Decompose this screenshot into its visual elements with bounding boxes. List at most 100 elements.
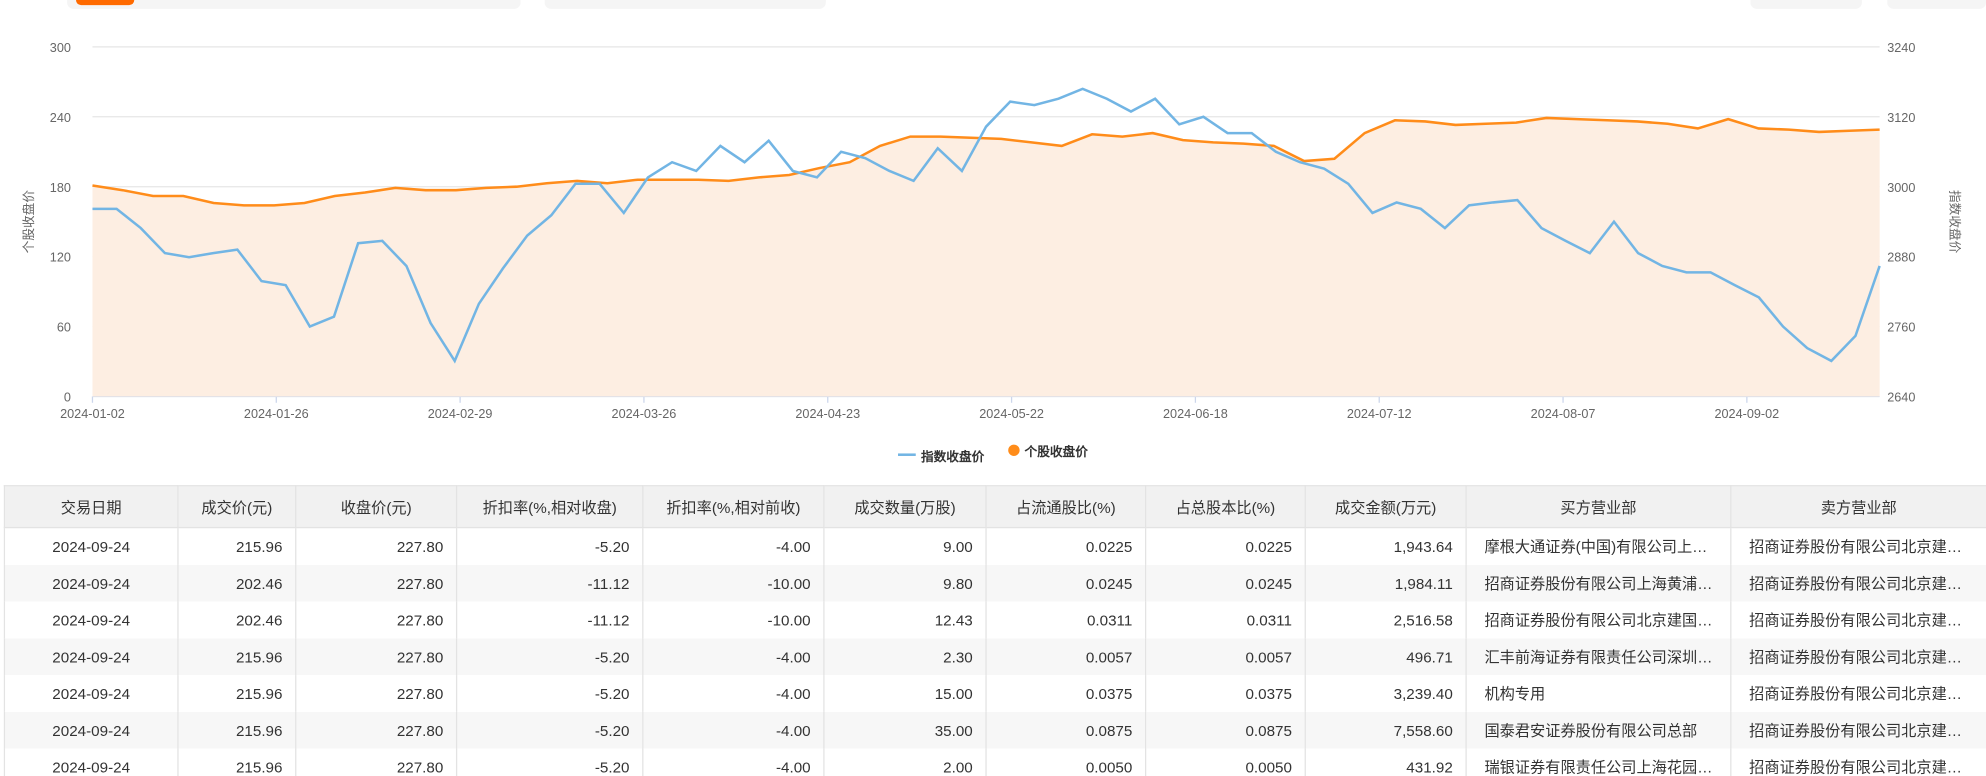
table-cell: 机构专用 [1465,675,1732,712]
table-cell: 0.0245 [1145,564,1306,602]
column-header[interactable]: 收盘价(元) [295,485,458,529]
table-cell: -10.00 [642,601,825,639]
table-cell: 0.0225 [1145,527,1306,565]
table-cell: 瑞银证券有限责任公司上海花园石桥路证券营业部 [1465,748,1732,776]
x-tick-label: 2024-01-02 [60,407,125,421]
table-cell: 9.00 [823,527,987,565]
table-cell: -4.00 [642,748,825,776]
table-cell: 215.96 [177,527,297,565]
table-cell: 2024-09-24 [3,748,179,776]
table-row: 2024-09-24 215.96 227.80 -5.20 -4.00 2.30 0.00… [3,638,1986,676]
block-trade-panel: 0 2640 60 2760 120 2880 180 3000 240 3120 300 3240 2… [0,0,1986,776]
table-cell: 202.46 [177,564,297,602]
table-cell: 招商证券股份有限公司北京建国路证券营业部 [1730,564,1986,602]
x-tick-label: 2024-09-02 [1714,407,1779,421]
table-cell: 227.80 [295,564,458,602]
table-cell: -5.20 [455,748,644,776]
table-cell: 招商证券股份有限公司北京建国路证券营业部 [1730,748,1986,776]
table-cell: 2024-09-24 [3,601,179,639]
table-cell: 0.0050 [985,748,1147,776]
column-header[interactable]: 成交价(元) [177,485,297,529]
line-icon [898,453,916,456]
table-cell: 0.0875 [1145,711,1306,749]
y-right-tick: 3120 [1887,111,1915,125]
table-cell: 招商证券股份有限公司北京建国路证券营业部 [1730,638,1986,676]
table-cell: 0.0225 [985,527,1147,565]
table-cell: -4.00 [642,638,825,676]
table-cell: 9.80 [823,564,987,602]
y-left-tick: 240 [50,111,71,125]
table-cell: 2024-09-24 [3,527,179,565]
legend-label: 个股收盘价 [1024,445,1088,460]
table-row: 2024-09-24 215.96 227.80 -5.20 -4.00 15.00 0.0… [3,675,1986,712]
table-cell: 227.80 [295,527,458,565]
table-cell: 215.96 [177,748,297,776]
y-right-tick: 2640 [1887,391,1915,405]
table-cell: 0.0050 [1145,748,1306,776]
table-cell: 227.80 [295,748,458,776]
y-right-tick: 2760 [1887,321,1915,335]
table-cell: -4.00 [642,675,825,712]
table-cell: 0.0375 [985,675,1147,712]
x-tick-label: 2024-01-26 [244,407,309,421]
table-cell: 0.0057 [1145,638,1306,676]
x-tick-label: 2024-03-26 [612,407,677,421]
x-tick-label: 2024-04-23 [795,407,860,421]
table-cell: 227.80 [295,675,458,712]
table-cell: 1,943.64 [1304,527,1467,565]
legend-item-index[interactable]: 指数收盘价 [898,445,984,464]
y-left-tick: 0 [64,391,71,405]
x-tick-label: 2024-06-18 [1163,407,1228,421]
table-cell: 7,558.60 [1304,711,1467,749]
table-cell: 0.0311 [985,601,1147,639]
table-cell: 215.96 [177,638,297,676]
table-cell: 227.80 [295,638,458,676]
table-cell: 2024-09-24 [3,638,179,676]
y-right-tick: 3000 [1887,181,1915,195]
table-cell: 227.80 [295,601,458,639]
column-header[interactable]: 占总股本比(%) [1145,485,1306,529]
legend-label: 指数收盘价 [920,450,985,465]
legend-item-stock[interactable]: 个股收盘价 [1008,441,1088,460]
column-header[interactable]: 折扣率(%,相对收盘) [455,485,644,529]
y-right-tick: 2880 [1887,251,1915,265]
column-header[interactable]: 成交金额(万元) [1304,485,1467,529]
table-cell: -11.12 [455,564,644,602]
table-cell: 496.71 [1304,638,1467,676]
column-header[interactable]: 交易日期 [3,485,179,529]
column-header[interactable]: 折扣率(%,相对前收) [642,485,825,529]
x-tick-label: 2024-02-29 [428,407,493,421]
column-header[interactable]: 卖方营业部 [1730,485,1986,529]
block-trade-table: 交易日期 成交价(元) 收盘价(元) 折扣率(%,相对收盘) 折扣率(%,相对前收) 成交… [3,485,1986,776]
table-cell: 招商证券股份有限公司北京建国路证券营业部 [1730,601,1986,639]
table-cell: 0.0057 [985,638,1147,676]
table-row: 2024-09-24 215.96 227.80 -5.20 -4.00 9.00 0.02… [3,527,1986,565]
table-cell: 202.46 [177,601,297,639]
table-cell: 215.96 [177,711,297,749]
stock-area [92,117,1880,397]
table-cell: 2024-09-24 [3,564,179,602]
column-header[interactable]: 成交数量(万股) [823,485,987,529]
table-cell: 摩根大通证券(中国)有限公司上海银城中路证券营业部 [1465,527,1732,565]
table-cell: -11.12 [455,601,644,639]
table-cell: -5.20 [455,711,644,749]
table-cell: 15.00 [823,675,987,712]
table-cell: -5.20 [455,638,644,676]
x-tick-label: 2024-07-12 [1347,407,1412,421]
table-row: 2024-09-24 202.46 227.80 -11.12 -10.00 9.80 0.… [3,564,1986,602]
column-header[interactable]: 买方营业部 [1465,485,1732,529]
table-cell: 招商证券股份有限公司上海黄浦区证券营业部 [1465,564,1732,602]
chart-legend: 指数收盘价 个股收盘价 [0,441,1986,464]
price-chart: 0 2640 60 2760 120 2880 180 3000 240 3120 300 3240 2… [21,41,1963,421]
column-header[interactable]: 占流通股比(%) [985,485,1147,529]
table-cell: 0.0311 [1145,601,1306,639]
table-cell: -5.20 [455,675,644,712]
table-cell: 2.30 [823,638,987,676]
table-cell: 招商证券股份有限公司北京建国路证券营业部 [1730,711,1986,749]
table-cell: 0.0875 [985,711,1147,749]
table-cell: 国泰君安证券股份有限公司总部 [1465,711,1732,749]
y-right-tick: 3240 [1887,41,1915,55]
dot-icon [1008,444,1020,456]
table-cell: 12.43 [823,601,987,639]
y-left-tick: 300 [50,41,71,55]
